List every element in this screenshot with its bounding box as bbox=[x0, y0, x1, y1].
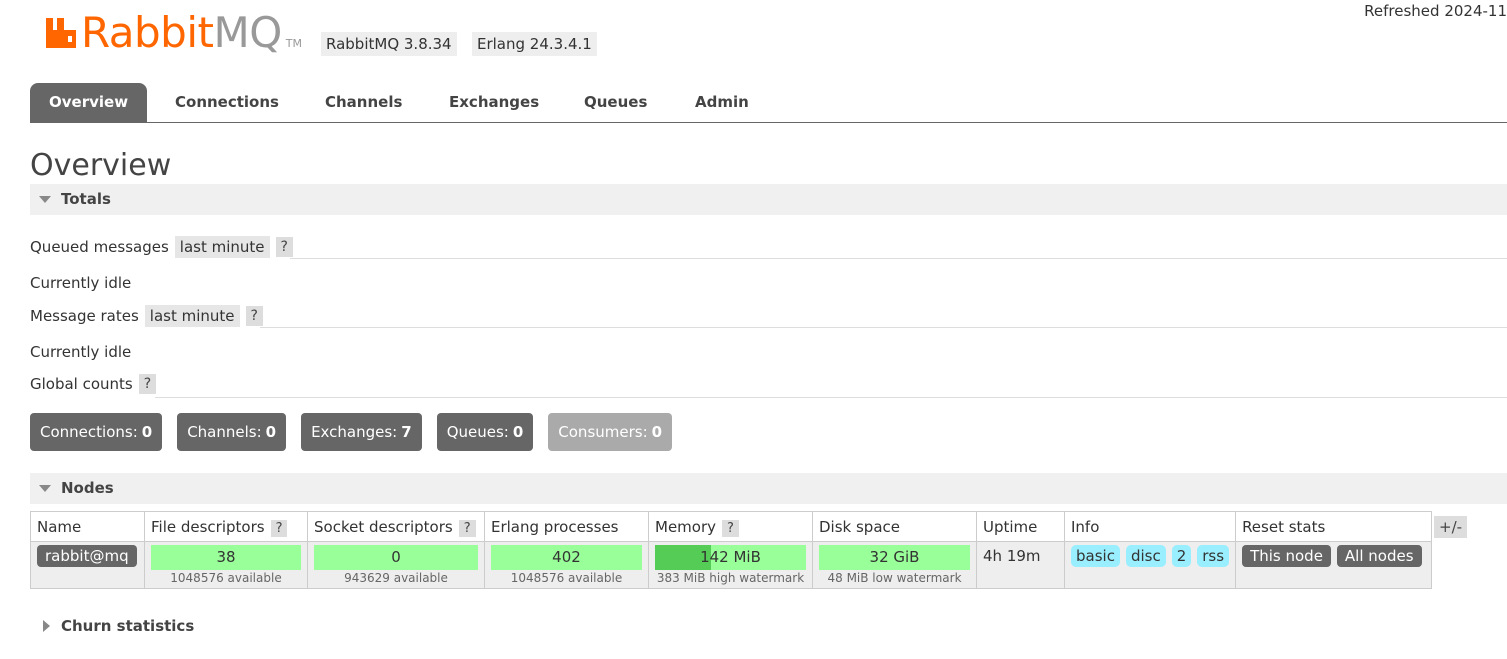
info-tag-disc: disc bbox=[1125, 545, 1166, 567]
file-descriptors-help-button[interactable]: ? bbox=[270, 519, 288, 537]
socket-descriptors-help-button[interactable]: ? bbox=[458, 519, 476, 537]
consumers-count-badge[interactable]: Consumers: 0 bbox=[548, 413, 673, 451]
message-rates-label: Message rates bbox=[30, 307, 139, 325]
erlang-version-badge: Erlang 24.3.4.1 bbox=[472, 32, 597, 56]
node-name-cell: rabbit@mq bbox=[30, 541, 145, 589]
column-erlang-processes: Erlang processes bbox=[484, 511, 649, 542]
totals-section-header[interactable]: Totals bbox=[30, 184, 1507, 215]
nodes-table: Name File descriptors? Socket descriptor… bbox=[30, 511, 1433, 589]
memory-high-watermark: 383 MiB high watermark bbox=[656, 571, 805, 585]
memory-bar: 142 MiB bbox=[655, 545, 806, 570]
info-cell: basic disc 2 rss bbox=[1063, 541, 1237, 589]
global-counts: Connections: 0 Channels: 0 Exchanges: 7 Que… bbox=[30, 413, 687, 451]
connections-count-badge[interactable]: Connections: 0 bbox=[30, 413, 163, 451]
info-tag-count: 2 bbox=[1171, 545, 1192, 567]
node-name-link[interactable]: rabbit@mq bbox=[37, 545, 137, 567]
memory-help-button[interactable]: ? bbox=[722, 519, 739, 537]
tab-admin[interactable]: Admin bbox=[695, 83, 749, 122]
reset-stats-cell: This node All nodes bbox=[1235, 541, 1433, 589]
info-tags: basic disc 2 rss bbox=[1071, 545, 1230, 567]
uptime-value: 4h 19m bbox=[983, 547, 1041, 565]
nodes-table-header: Name File descriptors? Socket descriptor… bbox=[30, 511, 1433, 542]
logo-wordmark: RabbitMQ bbox=[81, 8, 282, 57]
message-rates-help-button[interactable]: ? bbox=[245, 306, 263, 326]
toggle-columns-button[interactable]: +/- bbox=[1434, 516, 1468, 538]
nodes-title: Nodes bbox=[61, 479, 114, 497]
tab-channels[interactable]: Channels bbox=[325, 83, 402, 122]
tab-exchanges[interactable]: Exchanges bbox=[449, 83, 539, 122]
info-tag-basic: basic bbox=[1071, 545, 1120, 567]
column-reset-stats: Reset stats bbox=[1235, 511, 1433, 542]
erlang-processes-cell: 402 1048576 available bbox=[484, 541, 649, 589]
trademark-mark: TM bbox=[285, 37, 302, 50]
file-descriptors-available: 1048576 available bbox=[170, 571, 282, 585]
page-title: Overview bbox=[30, 148, 172, 183]
column-name: Name bbox=[30, 511, 145, 542]
queued-messages-status: Currently idle bbox=[30, 274, 132, 292]
churn-statistics-section-header[interactable]: Churn statistics bbox=[30, 611, 330, 642]
divider bbox=[260, 327, 1507, 328]
queues-count-badge[interactable]: Queues: 0 bbox=[436, 413, 534, 451]
erlang-processes-available: 1048576 available bbox=[510, 571, 623, 585]
totals-title: Totals bbox=[61, 190, 111, 208]
tab-overview[interactable]: Overview bbox=[30, 83, 148, 122]
rabbitmq-logo-icon bbox=[46, 18, 76, 48]
column-socket-descriptors: Socket descriptors? bbox=[307, 511, 485, 542]
tab-queues[interactable]: Queues bbox=[584, 83, 647, 122]
file-descriptors-cell: 38 1048576 available bbox=[144, 541, 308, 589]
message-rates-range-select[interactable]: last minute bbox=[144, 305, 240, 327]
file-descriptors-bar: 38 bbox=[151, 545, 301, 570]
column-file-descriptors: File descriptors? bbox=[144, 511, 308, 542]
socket-descriptors-available: 943629 available bbox=[344, 571, 448, 585]
info-tag-rss: rss bbox=[1197, 545, 1230, 567]
message-rates-row: Message rates last minute ? bbox=[30, 305, 263, 327]
disk-space-bar: 32 GiB bbox=[819, 545, 970, 570]
exchanges-count-badge[interactable]: Exchanges: 7 bbox=[301, 413, 422, 451]
rabbitmq-version-badge: RabbitMQ 3.8.34 bbox=[321, 32, 457, 56]
socket-descriptors-cell: 0 943629 available bbox=[307, 541, 485, 589]
column-memory: Memory? bbox=[648, 511, 813, 542]
column-info: Info bbox=[1063, 511, 1237, 542]
reset-this-node-button[interactable]: This node bbox=[1242, 545, 1331, 567]
churn-statistics-title: Churn statistics bbox=[61, 617, 195, 635]
collapse-triangle-icon bbox=[39, 485, 51, 492]
uptime-cell: 4h 19m bbox=[976, 541, 1065, 589]
divider bbox=[155, 397, 1507, 398]
refreshed-timestamp[interactable]: Refreshed 2024-11 bbox=[1364, 2, 1507, 20]
divider bbox=[290, 258, 1507, 259]
disk-space-cell: 32 GiB 48 MiB low watermark bbox=[812, 541, 977, 589]
message-rates-status: Currently idle bbox=[30, 343, 132, 361]
queued-messages-help-button[interactable]: ? bbox=[275, 237, 293, 257]
rabbitmq-logo[interactable]: RabbitMQ TM bbox=[44, 12, 302, 54]
reset-all-nodes-button[interactable]: All nodes bbox=[1336, 545, 1422, 567]
column-disk-space: Disk space bbox=[812, 511, 977, 542]
memory-cell: 142 MiB 383 MiB high watermark bbox=[648, 541, 813, 589]
main-nav-tabs: Overview Connections Channels Exchanges … bbox=[30, 83, 1507, 123]
disk-low-watermark: 48 MiB low watermark bbox=[827, 571, 962, 585]
global-counts-help-button[interactable]: ? bbox=[138, 374, 157, 394]
queued-messages-range-select[interactable]: last minute bbox=[174, 236, 270, 258]
table-row: rabbit@mq 38 1048576 available 0 943629 … bbox=[30, 541, 1433, 589]
channels-count-badge[interactable]: Channels: 0 bbox=[177, 413, 287, 451]
collapse-triangle-icon bbox=[39, 196, 51, 203]
expand-triangle-icon bbox=[43, 620, 50, 632]
erlang-processes-bar: 402 bbox=[491, 545, 642, 570]
global-counts-row: Global counts ? bbox=[30, 374, 157, 394]
tab-connections[interactable]: Connections bbox=[175, 83, 279, 122]
queued-messages-row: Queued messages last minute ? bbox=[30, 236, 293, 258]
queued-messages-label: Queued messages bbox=[30, 238, 169, 256]
global-counts-label: Global counts bbox=[30, 375, 133, 393]
socket-descriptors-bar: 0 bbox=[314, 545, 478, 570]
column-uptime: Uptime bbox=[976, 511, 1065, 542]
nodes-section-header[interactable]: Nodes bbox=[30, 473, 1507, 504]
